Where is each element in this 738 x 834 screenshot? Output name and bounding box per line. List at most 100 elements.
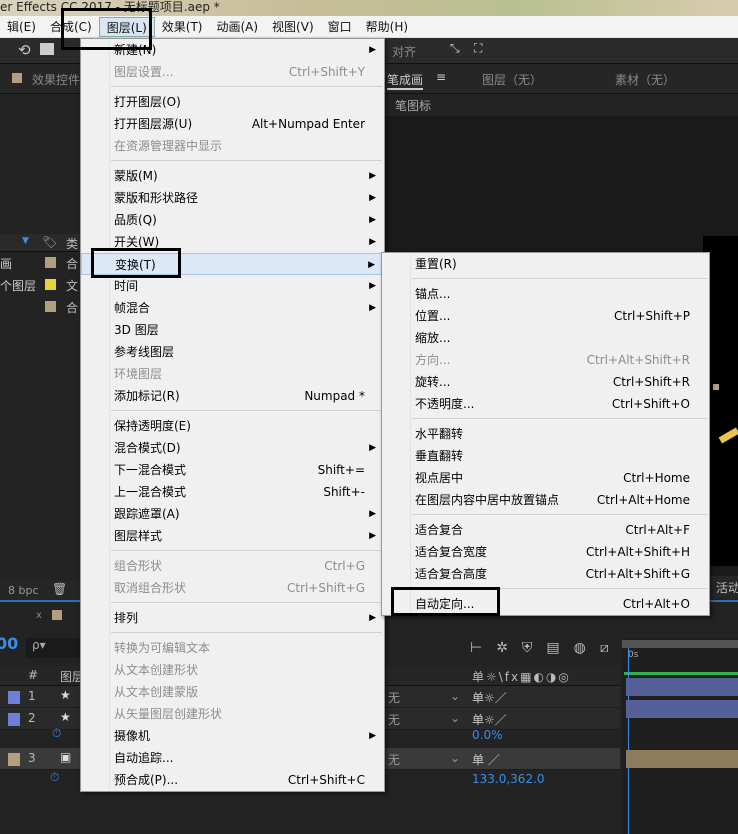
menu-item-label: 环境图层 bbox=[114, 367, 163, 381]
camera-tool-icon[interactable] bbox=[40, 43, 54, 55]
menu-item[interactable]: 打开图层源(U) Alt+Numpad Enter bbox=[81, 113, 384, 135]
layer-bar-3[interactable] bbox=[626, 750, 738, 768]
menu-item[interactable]: 垂直翻转 bbox=[382, 445, 709, 467]
tab-footage[interactable]: 素材（无） bbox=[615, 71, 675, 88]
tab-composition[interactable]: 笔成画 bbox=[387, 71, 424, 90]
col-type[interactable]: 类 bbox=[66, 235, 78, 252]
menu-item[interactable]: 摄像机 ▶ bbox=[81, 725, 384, 747]
menu-item[interactable]: 视点居中 Ctrl+Home bbox=[382, 467, 709, 489]
menu-item[interactable]: 环境图层 bbox=[81, 363, 384, 385]
menu-item[interactable]: 3D 图层 bbox=[81, 319, 384, 341]
menu-item[interactable]: 蒙版和形状路径 ▶ bbox=[81, 187, 384, 209]
layer-label-swatch[interactable] bbox=[8, 691, 20, 704]
label-swatch[interactable] bbox=[45, 279, 56, 290]
stopwatch-icon[interactable]: ⏱ bbox=[52, 726, 61, 741]
time-ruler[interactable]: 0s bbox=[622, 638, 738, 834]
menu-item[interactable]: 品质(Q) ▶ bbox=[81, 209, 384, 231]
project-item[interactable]: 个图层 文 bbox=[0, 274, 80, 296]
label-icon[interactable]: 🏷 bbox=[42, 235, 57, 249]
close-tab-icon[interactable]: x bbox=[36, 610, 42, 621]
menu-item[interactable]: 旋转... Ctrl+Shift+R bbox=[382, 371, 709, 393]
menu-item[interactable]: 不透明度... Ctrl+Shift+O bbox=[382, 393, 709, 415]
layer-label-swatch[interactable] bbox=[8, 753, 20, 766]
align-label[interactable]: 对齐 bbox=[392, 43, 416, 60]
layer-bar-2[interactable] bbox=[626, 700, 738, 718]
label-swatch[interactable] bbox=[45, 257, 56, 268]
menu-item[interactable]: 转换为可编辑文本 bbox=[81, 637, 384, 659]
layer-bar-1[interactable] bbox=[626, 678, 738, 696]
menu-item[interactable]: 参考线图层 bbox=[81, 341, 384, 363]
parent-dropdown[interactable]: 无 bbox=[388, 689, 400, 706]
menu-item[interactable]: 时间 ▶ bbox=[81, 275, 384, 297]
menu-item[interactable]: 取消组合形状 Ctrl+Shift+G bbox=[81, 577, 384, 599]
parent-dropdown[interactable]: 无 bbox=[388, 751, 400, 768]
menu-item[interactable]: 排列 ▶ bbox=[81, 607, 384, 629]
playhead[interactable] bbox=[628, 648, 629, 834]
menu-item[interactable]: 帧混合 ▶ bbox=[81, 297, 384, 319]
chevron-down-icon[interactable]: ⌄ bbox=[450, 711, 460, 725]
chevron-down-icon[interactable]: ⌄ bbox=[450, 751, 460, 765]
menubar-item[interactable]: 动画(A) bbox=[209, 17, 265, 37]
undo-icon[interactable]: ⟲ bbox=[18, 41, 31, 59]
menu-item[interactable]: 水平翻转 bbox=[382, 423, 709, 445]
trash-icon[interactable]: 🗑 bbox=[52, 582, 67, 596]
menu-item[interactable]: 蒙版(M) ▶ bbox=[81, 165, 384, 187]
menu-item[interactable]: 上一混合模式 Shift+- bbox=[81, 481, 384, 503]
menubar-item[interactable]: 辑(E) bbox=[0, 17, 43, 37]
bpc-label[interactable]: 8 bpc bbox=[8, 584, 39, 597]
stopwatch-icon[interactable]: ⏱ bbox=[50, 770, 59, 785]
snap-icon[interactable]: ⛶ bbox=[474, 41, 482, 56]
current-time[interactable]: 00 bbox=[0, 634, 18, 653]
layer-label-swatch[interactable] bbox=[8, 713, 20, 726]
menu-item[interactable]: 跟踪遮罩(A) ▶ bbox=[81, 503, 384, 525]
menu-item[interactable]: 适合复合宽度 Ctrl+Alt+Shift+H bbox=[382, 541, 709, 563]
menubar-item[interactable]: 窗口 bbox=[321, 17, 359, 37]
menubar-item[interactable]: 帮助(H) bbox=[359, 17, 415, 37]
menu-item[interactable]: 图层样式 ▶ bbox=[81, 525, 384, 547]
menu-item[interactable]: 方向... Ctrl+Alt+Shift+R bbox=[382, 349, 709, 371]
menu-item[interactable]: 在资源管理器中显示 bbox=[81, 135, 384, 157]
menu-item[interactable]: 缩放... bbox=[382, 327, 709, 349]
timeline-search[interactable]: ρ▾ bbox=[26, 638, 80, 658]
chevron-down-icon[interactable]: ⌄ bbox=[450, 689, 460, 703]
menu-item[interactable]: 从文本创建蒙版 bbox=[81, 681, 384, 703]
parent-dropdown[interactable]: 无 bbox=[388, 711, 400, 728]
project-item[interactable]: 画合 bbox=[0, 252, 80, 274]
position-value[interactable]: 133.0,362.0 bbox=[472, 772, 545, 786]
menu-item[interactable]: 混合模式(D) ▶ bbox=[81, 437, 384, 459]
menu-item[interactable]: 预合成(P)... Ctrl+Shift+C bbox=[81, 769, 384, 791]
menu-item[interactable]: 适合复合 Ctrl+Alt+F bbox=[382, 519, 709, 541]
label-swatch[interactable] bbox=[45, 301, 56, 312]
sort-icon[interactable]: ▼ bbox=[22, 236, 29, 246]
layer-switches[interactable]: 单☼／ bbox=[472, 711, 507, 728]
layer-switches[interactable]: 单 ／ bbox=[472, 751, 500, 768]
menubar-item[interactable]: 效果(T) bbox=[155, 17, 210, 37]
menu-item-label: 开关(W) bbox=[114, 235, 160, 249]
menu-item[interactable]: 锚点... bbox=[382, 283, 709, 305]
menu-item[interactable]: 适合复合高度 Ctrl+Alt+Shift+G bbox=[382, 563, 709, 585]
menu-item[interactable]: 从文本创建形状 bbox=[81, 659, 384, 681]
panel-menu-icon[interactable]: ≡ bbox=[436, 70, 446, 84]
menu-item[interactable]: 添加标记(R) Numpad * bbox=[81, 385, 384, 407]
tab-effects-controls[interactable]: 效果控件 bbox=[32, 71, 80, 88]
tab-layer[interactable]: 图层（无） bbox=[482, 71, 542, 88]
comp-breadcrumb[interactable]: 笔图标 bbox=[395, 97, 431, 114]
menu-item[interactable]: 在图层内容中居中放置锚点 Ctrl+Alt+Home bbox=[382, 489, 709, 511]
menu-item[interactable]: 重置(R) bbox=[382, 253, 709, 275]
menubar-item[interactable]: 视图(V) bbox=[265, 17, 321, 37]
layer-switches[interactable]: 单☼／ bbox=[472, 689, 507, 706]
menu-item[interactable]: 保持透明度(E) bbox=[81, 415, 384, 437]
menu-item[interactable]: 位置... Ctrl+Shift+P bbox=[382, 305, 709, 327]
opacity-value[interactable]: 0.0% bbox=[472, 728, 503, 742]
menu-item[interactable]: 下一混合模式 Shift+= bbox=[81, 459, 384, 481]
menu-item[interactable]: 自动追踪... bbox=[81, 747, 384, 769]
pin-icon[interactable]: ⤡ bbox=[450, 41, 460, 56]
workspace-label[interactable]: 活动 bbox=[710, 576, 738, 598]
menu-item[interactable]: 从矢量图层创建形状 bbox=[81, 703, 384, 725]
menu-item[interactable]: 组合形状 Ctrl+G bbox=[81, 555, 384, 577]
menu-item[interactable]: 图层设置... Ctrl+Shift+Y bbox=[81, 61, 384, 83]
timeline-tool-icons[interactable]: ⊢✲⛨▤◍⧄ bbox=[470, 640, 623, 656]
menu-item[interactable]: 打开图层(O) bbox=[81, 91, 384, 113]
project-item[interactable]: 合 bbox=[0, 296, 80, 318]
menu-item-label: 在资源管理器中显示 bbox=[114, 139, 223, 153]
